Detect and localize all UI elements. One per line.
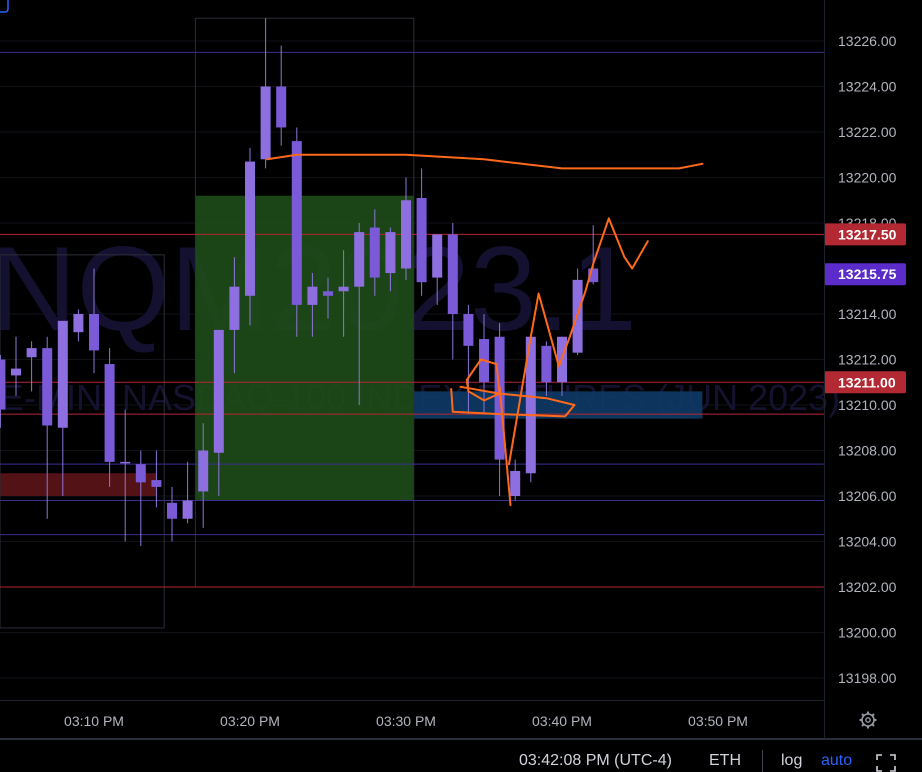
price-chart[interactable]: NQM2023.1E-MINI NASDAQ-100 INDEX FUTURES… [0,0,922,738]
candle-body[interactable] [354,232,365,287]
candle-body[interactable] [432,234,443,278]
time-tick-label: 03:10 PM [64,713,124,729]
price-tick-label: 13200.00 [838,625,897,641]
time-tick-label: 03:40 PM [532,713,592,729]
time-tick-label: 03:20 PM [220,713,280,729]
resistance-stroke[interactable] [266,153,704,170]
candle-body[interactable] [213,329,224,453]
price-tick-label: 13222.00 [838,124,897,140]
candle-body[interactable] [463,314,474,346]
candle-body[interactable] [260,86,271,160]
price-tick-label: 13204.00 [838,534,897,550]
auto-scale-toggle[interactable]: auto [821,752,852,770]
price-tick-label: 13210.00 [838,397,897,413]
candle-body[interactable] [510,470,521,496]
candle-body[interactable] [447,234,458,314]
time-tick-label: 03:50 PM [688,713,748,729]
price-label-text: 13215.75 [838,266,897,282]
candle-body[interactable] [11,368,21,376]
price-tick-label: 13224.00 [838,79,897,95]
session-button[interactable]: ETH [709,752,741,770]
candle-body[interactable] [323,291,333,296]
candle-body[interactable] [245,161,255,296]
price-label-text: 13217.50 [838,226,897,242]
candle-body[interactable] [198,450,209,492]
candle-body[interactable] [541,345,552,383]
green-zone [195,195,414,501]
status-separator [762,750,763,772]
candle-body[interactable] [151,480,162,487]
candle-body[interactable] [229,286,240,330]
candle-body[interactable] [385,232,396,274]
price-tick-label: 13208.00 [838,443,897,459]
candle-body[interactable] [104,364,115,462]
candle-body[interactable] [182,500,193,519]
clock-timezone[interactable]: 03:42:08 PM (UTC-4) [519,752,672,770]
candle-body[interactable] [416,197,427,283]
chart-area[interactable]: NQM2023.1E-MINI NASDAQ-100 INDEX FUTURES… [0,0,922,738]
price-label-text: 13211.00 [838,374,896,390]
candle-body[interactable] [89,314,99,351]
toolbar-button-edge[interactable] [0,0,9,13]
gear-icon[interactable] [859,711,877,729]
price-tick-label: 13198.00 [838,670,897,686]
candle-body[interactable] [307,286,318,305]
candle-body[interactable] [494,336,505,460]
price-tick-label: 13212.00 [838,352,897,368]
candle-body[interactable] [0,359,6,410]
price-scale-divider [824,0,825,738]
price-tick-label: 13214.00 [838,306,897,322]
price-tick-label: 13226.00 [838,33,897,49]
candle-body[interactable] [42,348,53,426]
time-tick-label: 03:30 PM [376,713,436,729]
candle-body[interactable] [120,461,131,464]
candle-body[interactable] [291,141,302,305]
candle-body[interactable] [73,314,84,333]
candle-body[interactable] [135,464,146,483]
time-scale-divider [0,700,824,701]
red-zone [0,473,157,496]
price-tick-label: 13206.00 [838,488,897,504]
candle-body[interactable] [369,227,380,278]
candle-body[interactable] [401,200,411,269]
candle-body[interactable] [167,502,177,519]
candle-body[interactable] [276,86,287,128]
bottom-status-bar: 03:42:08 PM (UTC-4) ETH log auto [0,738,922,772]
candle-body[interactable] [57,320,68,428]
candle-body[interactable] [338,286,349,292]
price-tick-label: 13220.00 [838,170,897,186]
log-scale-toggle[interactable]: log [781,752,802,770]
price-tick-label: 13202.00 [838,579,897,595]
fullscreen-icon[interactable] [876,754,896,772]
candle-body[interactable] [26,348,37,358]
